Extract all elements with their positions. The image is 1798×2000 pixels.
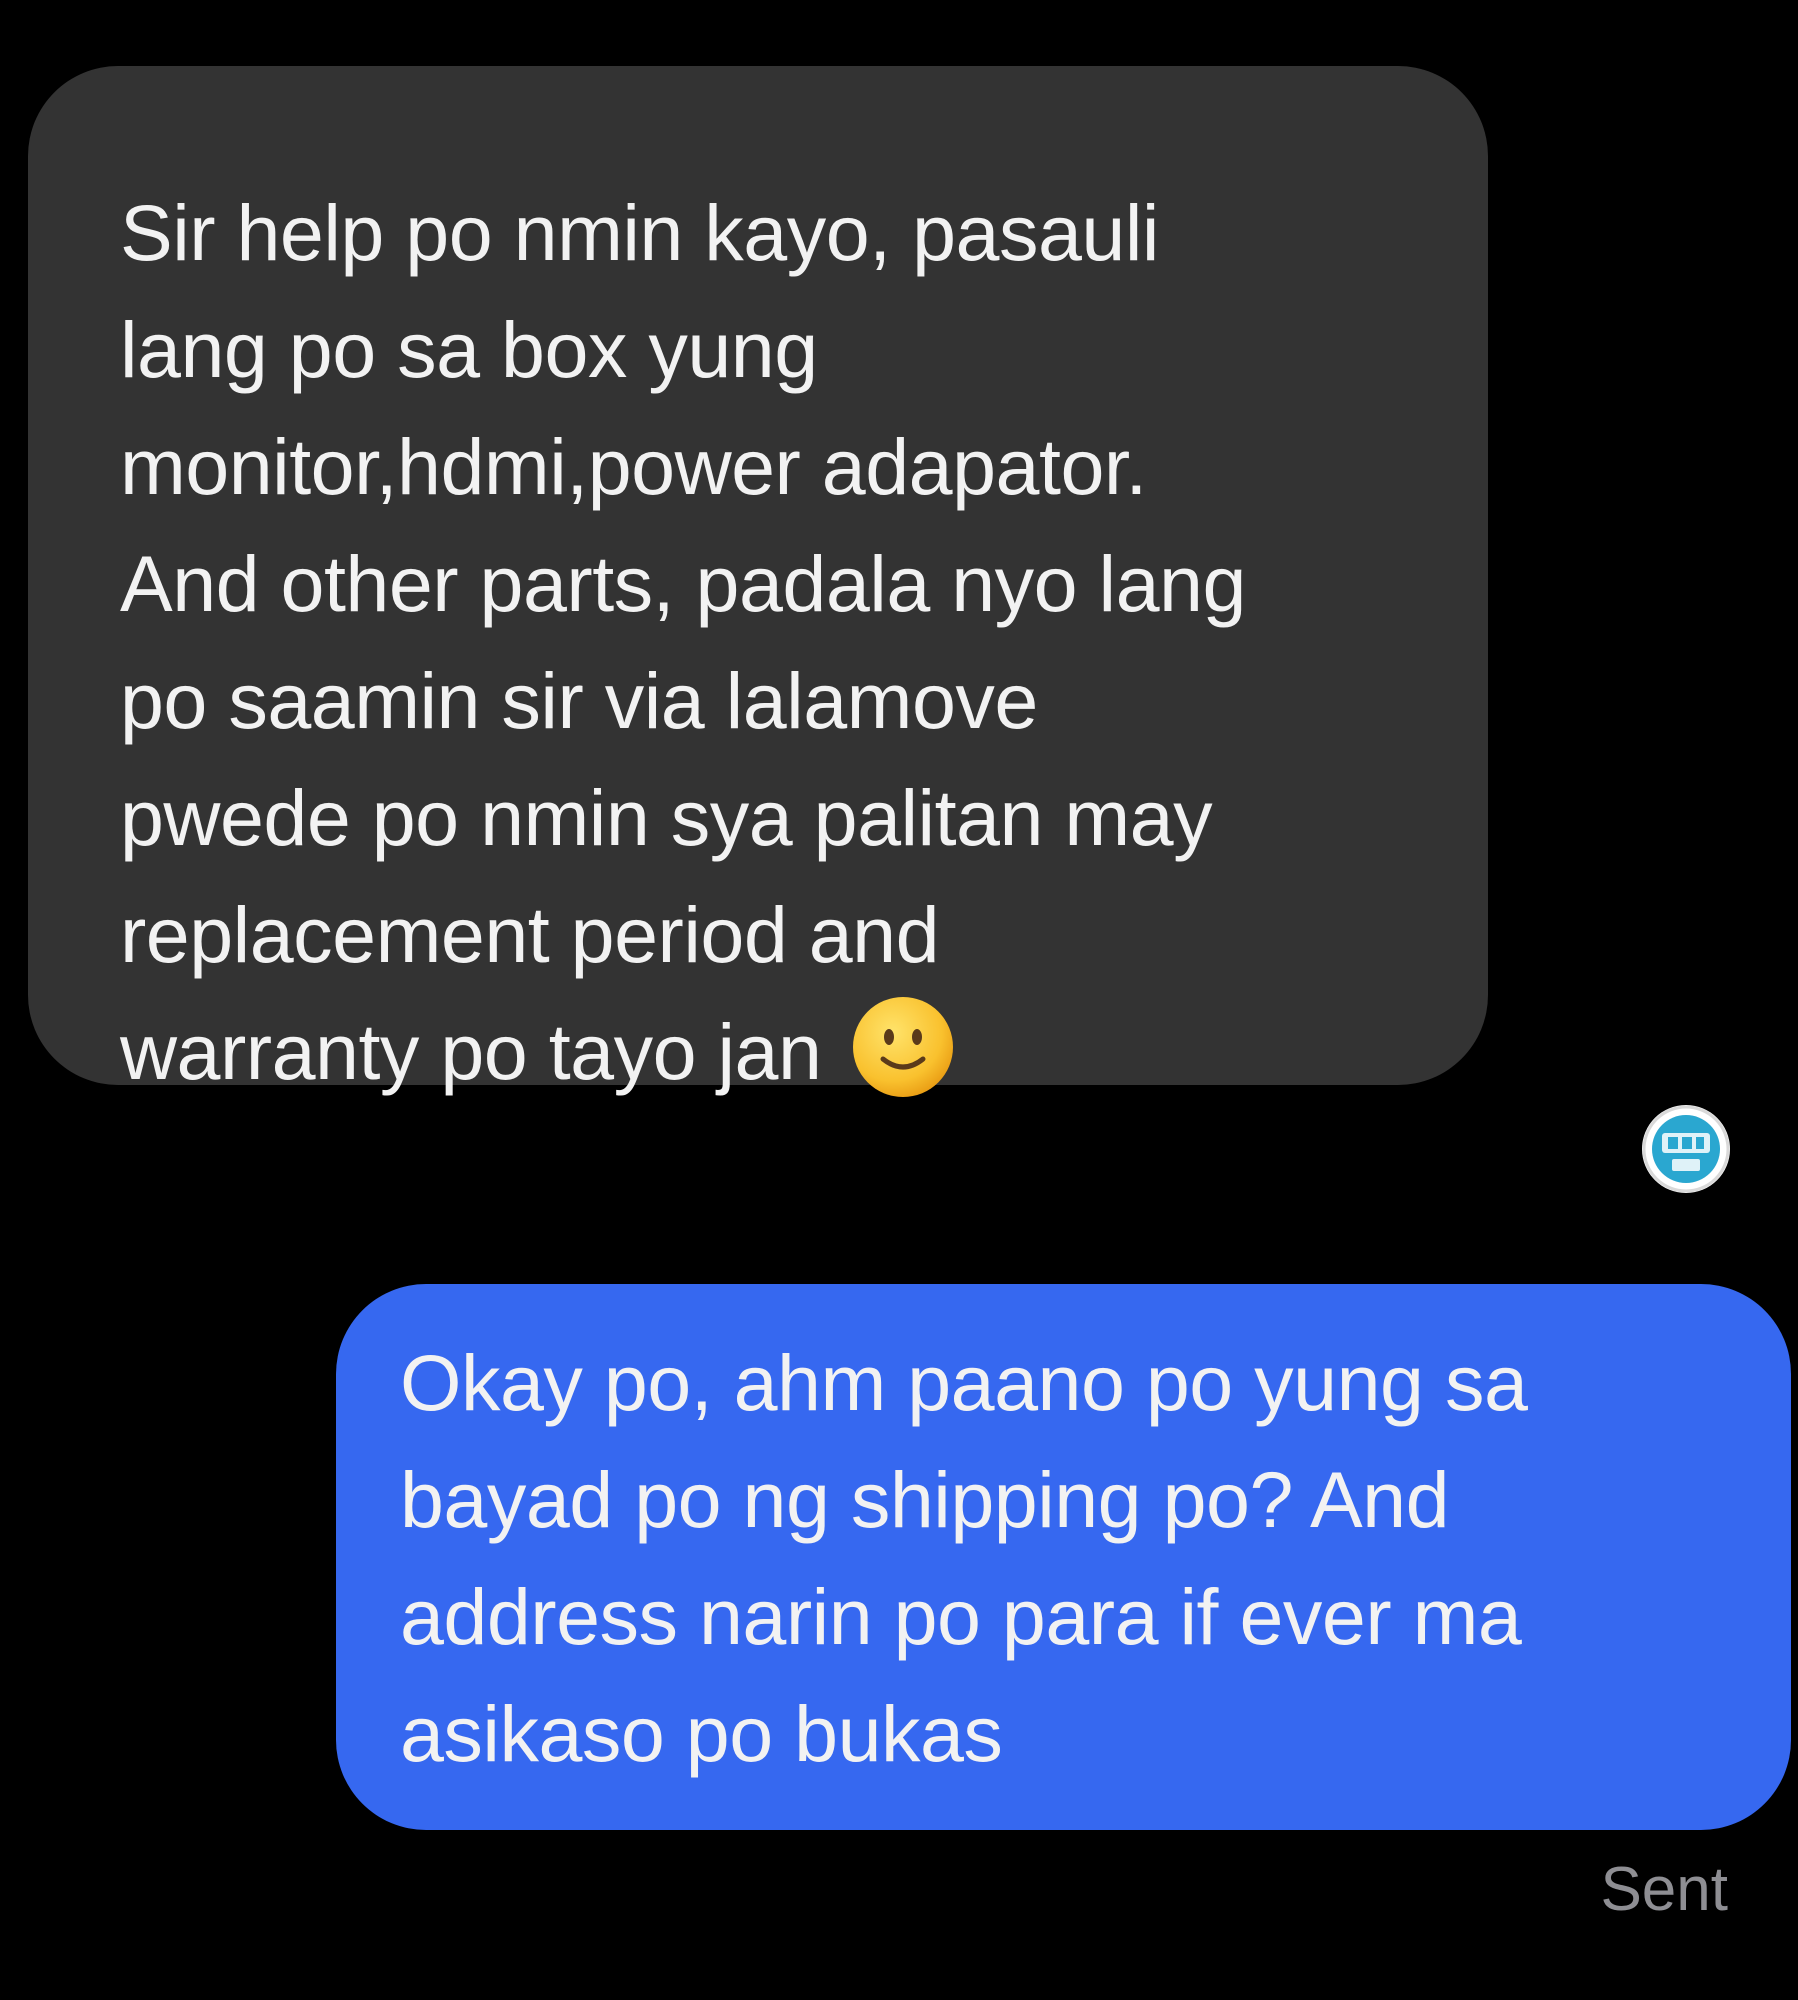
- message-text-line: po saamin sir via lalamove: [120, 656, 1038, 745]
- message-text-line: Okay po, ahm paano po yung sa: [400, 1338, 1528, 1427]
- message-text-line: pwede po nmin sya palitan may: [120, 773, 1213, 862]
- message-text-line: lang po sa box yung: [120, 305, 818, 394]
- received-message-bubble[interactable]: Sir help po nmin kayo, pasauli lang po s…: [28, 66, 1488, 1097]
- message-text-line: And other parts, padala nyo lang: [120, 539, 1246, 628]
- seen-avatar-icon: [1642, 1105, 1730, 1193]
- message-text-line: asikaso po bukas: [400, 1689, 1003, 1778]
- message-text-line: bayad po ng shipping po? And: [400, 1455, 1450, 1544]
- message-text-line: address narin po para if ever ma: [400, 1572, 1522, 1661]
- message-text-line: replacement period and: [120, 890, 940, 979]
- message-text-line: warranty po tayo jan: [120, 1007, 822, 1096]
- message-last-line: warranty po tayo jan: [120, 993, 1448, 1110]
- delivery-status: Sent: [1600, 1855, 1728, 1924]
- message-text-line: monitor,hdmi,power adapator.: [120, 422, 1147, 511]
- message-text-line: Sir help po nmin kayo, pasauli: [120, 188, 1159, 277]
- sent-message-bubble[interactable]: Okay po, ahm paano po yung sa bayad po n…: [336, 1284, 1791, 1830]
- slightly-smiling-face-icon: [851, 995, 955, 1099]
